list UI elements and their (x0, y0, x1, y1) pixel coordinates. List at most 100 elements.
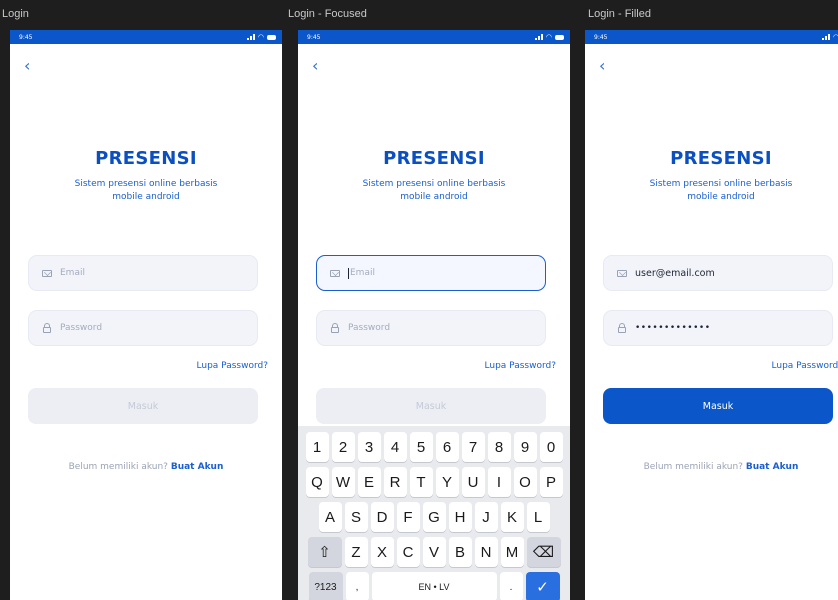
key[interactable]: 6 (435, 432, 459, 462)
signup-text: Belum memiliki akun? (68, 462, 168, 472)
key[interactable]: 9 (513, 432, 537, 462)
back-icon[interactable]: ‹ (599, 53, 605, 79)
frame-label-focused: Login - Focused (288, 8, 367, 20)
lock-icon (617, 322, 627, 333)
key[interactable]: K (500, 502, 524, 532)
password-placeholder: Password (348, 323, 391, 333)
key[interactable]: F (396, 502, 420, 532)
key[interactable]: T (409, 467, 433, 497)
keyboard-row-bottom: ?123 , EN • LV . ✓ (301, 572, 567, 600)
status-icons: ◠ (534, 34, 564, 41)
key[interactable]: C (396, 537, 420, 567)
key[interactable]: 7 (461, 432, 485, 462)
status-time: 9:45 (19, 33, 33, 41)
shift-key[interactable]: ⇧ (307, 537, 342, 567)
signal-icon (246, 34, 255, 40)
key[interactable]: L (526, 502, 550, 532)
key[interactable]: Y (435, 467, 459, 497)
wifi-icon: ◠ (257, 33, 264, 41)
password-field[interactable]: ••••••••••••• (603, 310, 833, 346)
forgot-password-link[interactable]: Lupa Password? (772, 361, 838, 371)
forgot-password-link[interactable]: Lupa Password? (485, 361, 556, 371)
frame-label-login: Login (2, 8, 29, 20)
key[interactable]: 3 (357, 432, 381, 462)
tagline-line-2: mobile android (687, 192, 755, 202)
mail-icon (330, 268, 340, 278)
email-placeholder: Email (350, 268, 375, 278)
status-bar: 9:45 ◠ (10, 30, 282, 44)
key[interactable]: E (357, 467, 381, 497)
signup-link[interactable]: Buat Akun (746, 462, 799, 472)
back-icon[interactable]: ‹ (24, 53, 30, 79)
app-title: PRESENSI (383, 148, 485, 169)
key[interactable]: 5 (409, 432, 433, 462)
keyboard-row-2: A S D F G H J K L (301, 502, 567, 532)
key[interactable]: 4 (383, 432, 407, 462)
key[interactable]: M (500, 537, 524, 567)
key[interactable]: Z (344, 537, 368, 567)
login-button[interactable]: Masuk (28, 388, 258, 424)
key[interactable]: 1 (305, 432, 329, 462)
key[interactable]: 0 (539, 432, 563, 462)
password-field[interactable]: Password (28, 310, 258, 346)
key[interactable]: I (487, 467, 511, 497)
status-icons: ◠ (246, 33, 276, 41)
key[interactable]: J (474, 502, 498, 532)
key[interactable]: P (539, 467, 563, 497)
mail-icon (617, 268, 627, 278)
comma-key[interactable]: , (345, 572, 369, 600)
email-field[interactable]: Email (28, 255, 258, 291)
forgot-password-link[interactable]: Lupa Password? (197, 361, 268, 371)
phone-login: 9:45 ◠ ‹ PRESENSI Sistem presensi online… (10, 30, 282, 600)
login-button[interactable]: Masuk (603, 388, 833, 424)
symbols-key[interactable]: ?123 (308, 572, 343, 600)
key[interactable]: G (422, 502, 446, 532)
key[interactable]: O (513, 467, 537, 497)
key[interactable]: Q (305, 467, 329, 497)
key[interactable]: B (448, 537, 472, 567)
email-value: user@email.com (635, 267, 715, 279)
soft-keyboard: 1 2 3 4 5 6 7 8 9 0 Q W E R T Y U I O P … (298, 426, 570, 600)
period-key[interactable]: . (499, 572, 523, 600)
backspace-key[interactable]: ⌫ (526, 537, 561, 567)
key[interactable]: V (422, 537, 446, 567)
key[interactable]: A (318, 502, 342, 532)
back-icon[interactable]: ‹ (312, 53, 318, 79)
lock-icon (42, 322, 52, 333)
key[interactable]: D (370, 502, 394, 532)
key[interactable]: H (448, 502, 472, 532)
password-value: ••••••••••••• (635, 323, 711, 333)
email-placeholder: Email (60, 268, 85, 278)
key[interactable]: 8 (487, 432, 511, 462)
signal-icon (534, 34, 543, 40)
app-tagline: Sistem presensi online berbasis mobile a… (353, 178, 515, 204)
key[interactable]: U (461, 467, 485, 497)
phone-login-focused: 9:45 ◠ ‹ PRESENSI Sistem presensi online… (298, 30, 570, 600)
password-placeholder: Password (60, 323, 103, 333)
key[interactable]: R (383, 467, 407, 497)
key[interactable]: W (331, 467, 355, 497)
key[interactable]: 2 (331, 432, 355, 462)
wifi-icon: ◠ (832, 33, 838, 41)
key[interactable]: S (344, 502, 368, 532)
key[interactable]: X (370, 537, 394, 567)
lock-icon (330, 322, 340, 333)
enter-key[interactable]: ✓ (525, 572, 560, 600)
signal-icon (821, 34, 830, 40)
mail-icon (42, 268, 52, 278)
password-field[interactable]: Password (316, 310, 546, 346)
key[interactable]: N (474, 537, 498, 567)
app-tagline: Sistem presensi online berbasis mobile a… (640, 178, 802, 204)
login-button[interactable]: Masuk (316, 388, 546, 424)
tagline-line-1: Sistem presensi online berbasis (649, 179, 793, 189)
keyboard-row-3: ⇧ Z X C V B N M ⌫ (301, 537, 567, 567)
battery-icon (267, 34, 276, 40)
email-field[interactable]: user@email.com (603, 255, 833, 291)
keyboard-row-numbers: 1 2 3 4 5 6 7 8 9 0 (301, 432, 567, 462)
email-field[interactable]: Email (316, 255, 546, 291)
signup-link[interactable]: Buat Akun (171, 462, 224, 472)
space-key[interactable]: EN • LV (371, 572, 497, 600)
frame-label-filled: Login - Filled (588, 8, 651, 20)
status-bar: 9:45 ◠ (585, 30, 838, 44)
status-time: 9:45 (307, 33, 321, 41)
